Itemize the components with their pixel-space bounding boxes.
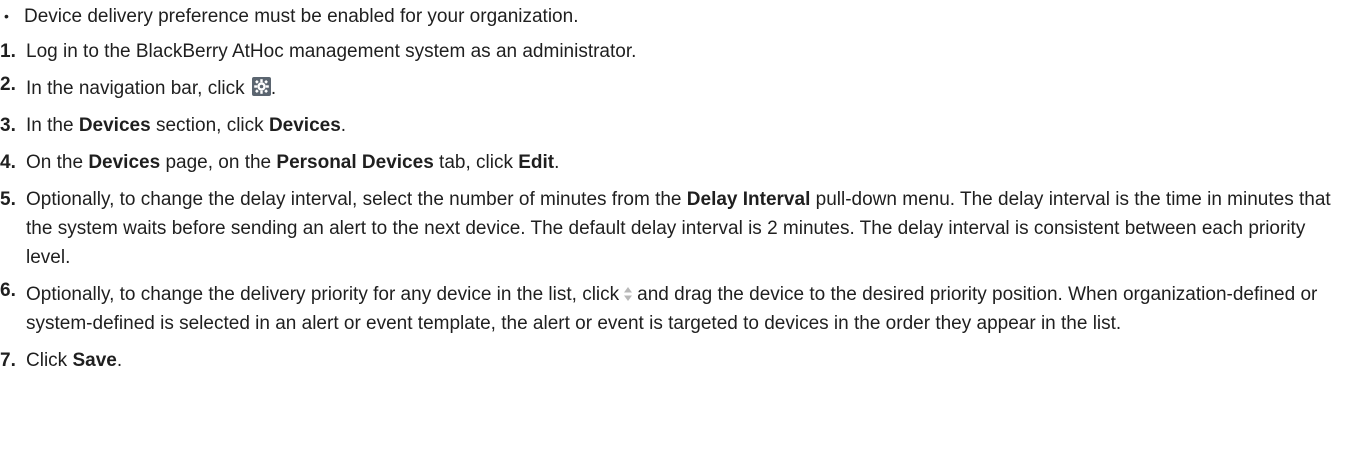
step-number: 2. [0,74,16,95]
step-1: 1. Log in to the BlackBerry AtHoc manage… [0,37,1349,66]
ui-term: Edit [518,152,555,173]
step-text-part: Optionally, to change the delay interval… [26,189,687,210]
step-text-part: . [340,115,347,136]
step-text: On the Devices page, on the Personal Dev… [26,148,1349,177]
ui-term: Save [72,350,117,371]
step-text: Optionally, to change the delivery prior… [26,280,1349,338]
ui-term: Personal Devices [276,152,434,173]
step-text-part: On the [26,152,89,173]
step-number: 1. [0,41,16,62]
step-4: 4. On the Devices page, on the Personal … [0,148,1349,177]
step-text-part: tab, click [433,152,519,173]
ui-term: Devices [268,115,341,136]
step-7: 7. Click Save. [0,346,1349,375]
step-text: Log in to the BlackBerry AtHoc managemen… [26,41,637,62]
step-text-part: . [116,350,123,371]
step-5: 5. Optionally, to change the delay inter… [0,185,1349,272]
ui-term: Devices [78,115,151,136]
step-text: In the Devices section, click Devices. [26,111,1349,140]
step-6: 6. Optionally, to change the delivery pr… [0,280,1349,338]
step-text-part: section, click [150,115,269,136]
step-2: 2. In the navigation bar, click . [0,74,1349,103]
step-number: 7. [0,350,16,371]
step-text-part: . [554,152,560,173]
sort-arrows-icon [623,282,633,301]
step-number: 4. [0,152,16,173]
step-3: 3. In the Devices section, click Devices… [0,111,1349,140]
bullet-marker: • [4,8,9,24]
step-text-part: Optionally, to change the delivery prior… [26,284,620,305]
step-number: 5. [0,189,16,210]
procedure-document: • Device delivery preference must be ena… [0,0,1349,375]
ui-term: Devices [88,152,161,173]
step-text-part: Click [26,350,73,371]
step-text: Click Save. [26,346,1349,375]
step-text-part: . [270,78,277,99]
step-text-part: In the navigation bar, click [26,78,245,99]
step-number: 6. [0,280,16,301]
step-text: In the navigation bar, click . [26,74,1349,103]
ui-term: Delay Interval [686,189,811,210]
step-text-part: In the [26,115,79,136]
prerequisite-item: • Device delivery preference must be ena… [0,2,1349,31]
step-number: 3. [0,115,16,136]
step-text: Optionally, to change the delay interval… [26,185,1349,272]
gear-icon [251,77,271,96]
step-text-part: page, on the [160,152,277,173]
prerequisite-text: Device delivery preference must be enabl… [24,6,579,27]
